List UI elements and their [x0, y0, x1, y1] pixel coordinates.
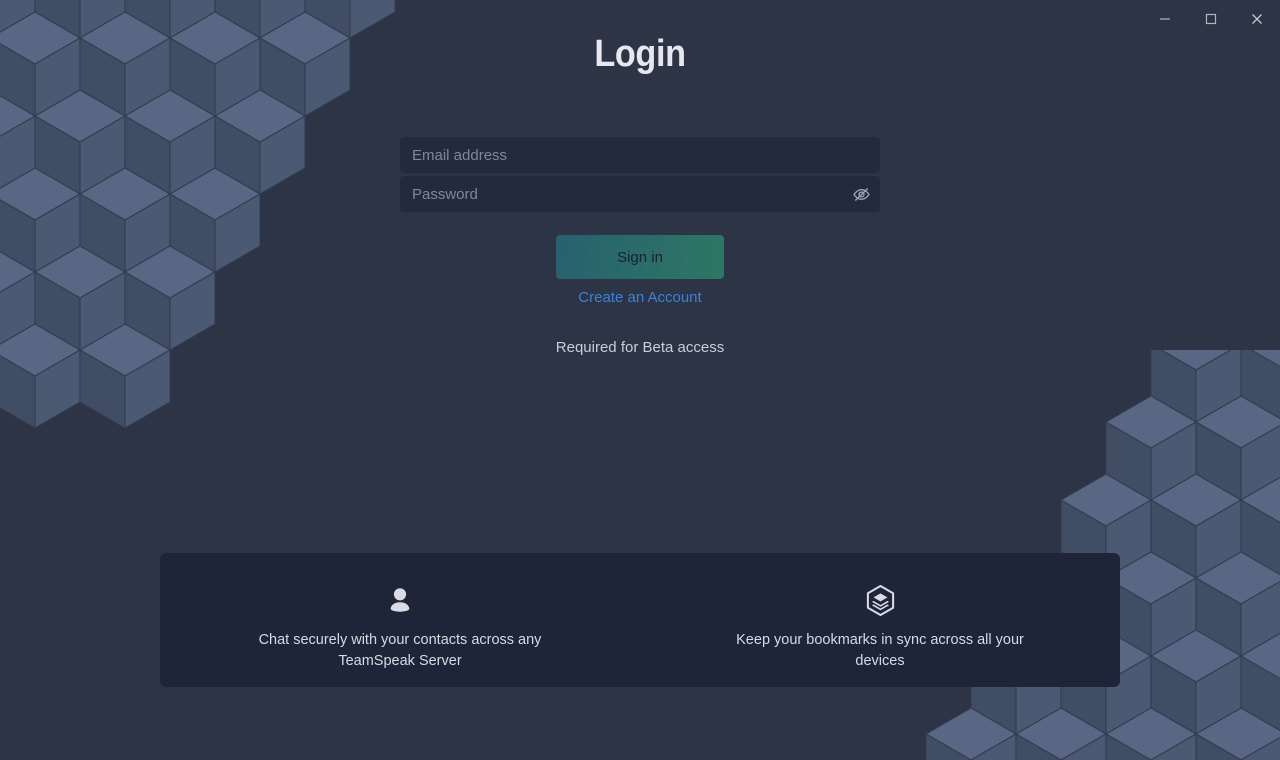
page-title: Login — [594, 33, 686, 75]
feature-bookmarks: Keep your bookmarks in sync across all y… — [640, 553, 1120, 687]
feature-chat-text: Chat securely with your contacts across … — [258, 632, 542, 669]
create-account-link[interactable]: Create an Account — [400, 289, 880, 306]
feature-chat: Chat securely with your contacts across … — [160, 553, 640, 687]
password-field-wrapper[interactable] — [400, 176, 880, 212]
maximize-icon — [1205, 13, 1217, 25]
sign-in-button[interactable]: Sign in — [556, 235, 724, 279]
password-input[interactable] — [400, 176, 842, 212]
minimize-button[interactable] — [1142, 2, 1188, 36]
login-form: Sign in Create an Account Required for B… — [400, 137, 880, 356]
layers-hexagon-icon — [866, 584, 894, 616]
feature-card: Chat securely with your contacts across … — [160, 553, 1120, 687]
maximize-button[interactable] — [1188, 2, 1234, 36]
eye-slash-icon — [852, 187, 870, 201]
email-field-wrapper[interactable] — [400, 137, 880, 173]
close-button[interactable] — [1234, 2, 1280, 36]
email-input[interactable] — [400, 137, 880, 173]
beta-access-note: Required for Beta access — [555, 339, 725, 356]
window-titlebar — [0, 0, 1280, 38]
login-window: #cubes-topleft .top { fill: #5a6784; str… — [0, 0, 1280, 760]
feature-bookmarks-text: Keep your bookmarks in sync across all y… — [736, 632, 1024, 669]
minimize-icon — [1160, 18, 1170, 20]
close-icon — [1252, 14, 1262, 24]
user-icon — [390, 588, 410, 612]
password-visibility-toggle[interactable] — [842, 176, 880, 212]
feature-chat-icon-wrapper — [387, 584, 413, 616]
feature-bookmarks-icon-wrapper — [865, 584, 896, 616]
